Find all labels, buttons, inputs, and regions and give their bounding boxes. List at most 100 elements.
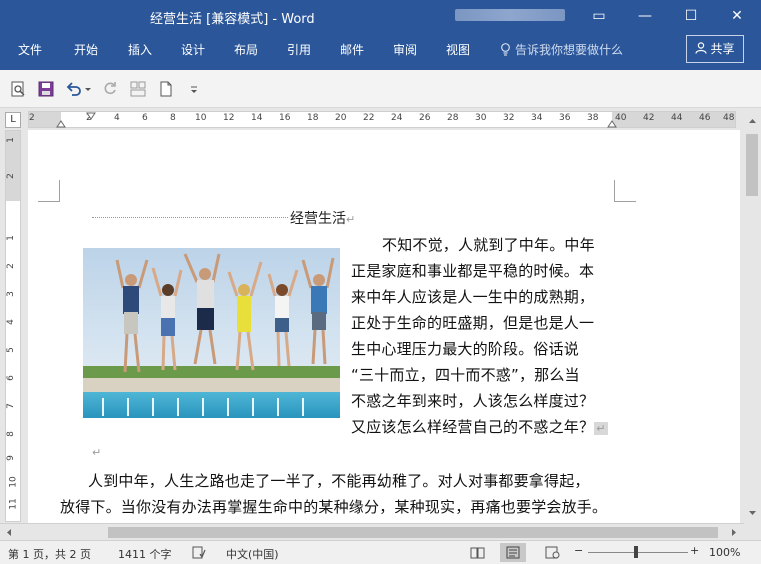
ruler-label: 1 (5, 137, 16, 143)
ruler-label: 26 (419, 113, 431, 123)
zoom-in-button[interactable]: + (690, 544, 699, 557)
paragraph-line: 人到中年，人生之路也走了一半了，不能再幼稚了。对人对事都要拿得起， (88, 472, 590, 490)
ruler-label: 38 (587, 113, 599, 123)
ruler-label: 18 (307, 113, 319, 123)
scroll-up-icon[interactable] (748, 118, 757, 124)
tell-me-box[interactable]: 告诉我你想要做什么 (500, 41, 623, 58)
paragraph-line: 放得下。当你没有办法再掌握生命中的某种缘分，某种现实，再痛也要学会放手。 (60, 498, 608, 516)
scroll-down-icon[interactable] (748, 510, 757, 516)
paragraph-line: 正是家庭和事业都是平稳的时候。本 (351, 262, 595, 280)
undo-dropdown-icon[interactable] (83, 80, 93, 98)
zoom-slider-thumb[interactable] (634, 546, 638, 558)
print-layout-button[interactable] (500, 543, 526, 562)
ruler-label: 28 (447, 113, 459, 123)
ruler-label: 20 (335, 113, 347, 123)
tab-layout[interactable]: 布局 (234, 41, 258, 58)
layout-icon[interactable] (129, 80, 147, 98)
ruler-label: 11 (8, 498, 19, 510)
ruler-label: 2 (29, 113, 35, 123)
ruler-label: 4 (5, 319, 16, 325)
web-layout-icon[interactable] (545, 546, 560, 559)
save-icon[interactable] (37, 80, 55, 98)
ruler-label: 14 (251, 113, 263, 123)
minimize-button[interactable]: — (622, 0, 668, 32)
margin-corner-top-left (38, 180, 60, 202)
ribbon-display-options-button[interactable]: ▭ (576, 0, 622, 32)
status-bar: 第 1 页，共 2 页 1411 个字 中文(中国) − + 100% (0, 540, 761, 564)
share-label: 共享 (710, 42, 735, 56)
ruler-label: 42 (643, 113, 655, 123)
tab-review[interactable]: 审阅 (393, 41, 417, 58)
ruler-label: 2 (5, 173, 16, 179)
paragraph-line: 不知不觉，人就到了中年。中年 (382, 236, 595, 254)
quick-access-toolbar (0, 70, 761, 108)
right-indent-marker[interactable] (607, 120, 617, 128)
share-button[interactable]: 共享 (686, 35, 744, 63)
tab-insert[interactable]: 插入 (128, 41, 152, 58)
ruler-label: 16 (279, 113, 291, 123)
ruler-label: 8 (170, 113, 176, 123)
ruler-label: 24 (391, 113, 403, 123)
first-line-indent-marker[interactable] (86, 112, 96, 120)
person-icon (695, 42, 708, 54)
vertical-ruler[interactable]: 1 2 1 2 3 4 5 6 7 8 9 10 11 (5, 130, 21, 522)
horizontal-scroll-thumb[interactable] (108, 527, 718, 538)
ruler-label: 10 (8, 476, 19, 488)
new-document-icon[interactable] (157, 80, 175, 98)
paragraph-line: “三十而立，四十而不惑”，那么当 (351, 366, 580, 384)
ruler-label: 30 (475, 113, 487, 123)
print-layout-icon (506, 546, 520, 559)
proofing-icon[interactable] (192, 546, 206, 559)
vertical-scrollbar[interactable] (744, 112, 761, 522)
ruler-label: 3 (5, 291, 16, 297)
document-page[interactable]: 经营生活 ↵ 不知不觉，人就到了中年。中年 正是家庭和事业都是平稳的时候。本 来中… (28, 130, 740, 523)
tab-mailings[interactable]: 邮件 (340, 41, 364, 58)
ruler-label: 2 (5, 263, 16, 269)
tab-selector[interactable]: L (5, 112, 21, 128)
zoom-out-button[interactable]: − (574, 544, 583, 557)
paragraph-line: 又应该怎么样经营自己的不惑之年？ ↵ (351, 416, 608, 437)
scroll-left-icon[interactable] (6, 528, 12, 537)
tab-design[interactable]: 设计 (181, 41, 205, 58)
read-mode-icon[interactable] (470, 546, 485, 559)
ruler-label: 6 (142, 113, 148, 123)
vertical-scroll-thumb[interactable] (746, 134, 758, 196)
print-preview-icon[interactable] (9, 80, 27, 98)
ruler-label: 12 (223, 113, 235, 123)
undo-icon[interactable] (65, 80, 83, 98)
tell-me-text: 告诉我你想要做什么 (515, 43, 624, 57)
ruler-label: 5 (5, 347, 16, 353)
ruler-label: 6 (5, 375, 16, 381)
paragraph-mark-selected: ↵ (594, 422, 608, 435)
title-dotted-leader (92, 217, 288, 218)
zoom-slider-track[interactable] (588, 552, 688, 553)
tab-home[interactable]: 开始 (74, 41, 98, 58)
title-bar: 经营生活 [兼容模式] - Word ▭ — ☐ ✕ (0, 0, 761, 32)
horizontal-scrollbar[interactable] (0, 523, 744, 540)
horizontal-ruler[interactable]: 2 2 4 6 8 10 12 14 16 18 20 22 24 26 28 … (28, 111, 736, 128)
word-count[interactable]: 1411 个字 (118, 546, 172, 562)
ruler-label: 34 (531, 113, 543, 123)
document-title-text: 经营生活 (290, 211, 346, 227)
account-name-blurred (455, 9, 565, 21)
jumping-people-photo[interactable] (83, 248, 340, 418)
left-indent-marker[interactable] (56, 120, 66, 128)
close-button[interactable]: ✕ (714, 0, 760, 32)
tab-file[interactable]: 文件 (18, 41, 42, 58)
page-count[interactable]: 第 1 页，共 2 页 (8, 546, 91, 562)
ruler-label: 7 (5, 403, 16, 409)
zoom-level[interactable]: 100% (709, 546, 740, 559)
language[interactable]: 中文(中国) (226, 546, 279, 562)
tab-references[interactable]: 引用 (287, 41, 311, 58)
document-title[interactable]: 经营生活↵ (290, 208, 355, 228)
tab-view[interactable]: 视图 (446, 41, 470, 58)
ribbon-tabs: 文件 开始 插入 设计 布局 引用 邮件 审阅 视图 告诉我你想要做什么 (0, 32, 761, 70)
ruler-label: 8 (5, 431, 16, 437)
customize-icon[interactable] (188, 80, 200, 98)
redo-icon[interactable] (101, 80, 119, 98)
maximize-button[interactable]: ☐ (668, 0, 714, 32)
paragraph-line: 不惑之年到来时，人该怎么样度过？ (351, 392, 595, 410)
scroll-right-icon[interactable] (731, 528, 737, 537)
window-title: 经营生活 [兼容模式] - Word (150, 12, 315, 27)
ruler-label: 4 (114, 113, 120, 123)
